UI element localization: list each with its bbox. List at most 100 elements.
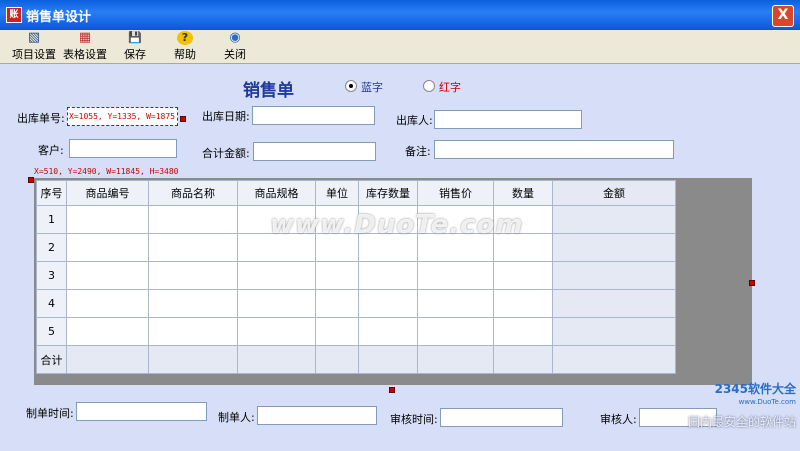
url-watermark: www.DuoTe.com	[738, 398, 796, 406]
cell[interactable]	[315, 289, 359, 318]
header-price: 销售价	[417, 180, 494, 206]
project-settings-icon: ▧	[27, 30, 41, 45]
radio-blue-dot[interactable]	[345, 80, 357, 92]
row-number: 4	[36, 289, 67, 318]
table-row[interactable]: 4	[36, 289, 676, 318]
cell[interactable]	[552, 317, 676, 346]
person-field[interactable]	[434, 110, 582, 129]
cell[interactable]	[417, 317, 494, 346]
header-amount: 金额	[552, 180, 676, 206]
cell[interactable]	[493, 289, 553, 318]
cell[interactable]	[148, 205, 238, 234]
order-no-label: 出库单号:	[17, 112, 65, 125]
cell	[148, 345, 238, 374]
brand-watermark: 2345软件大全	[714, 382, 796, 396]
cell[interactable]	[552, 205, 676, 234]
cell[interactable]	[552, 289, 676, 318]
save-icon: 💾	[128, 31, 142, 44]
cell	[552, 345, 676, 374]
header-unit: 单位	[315, 180, 359, 206]
cell[interactable]	[417, 261, 494, 290]
close-icon: ◉	[229, 30, 241, 45]
radio-red[interactable]: 红字	[423, 79, 461, 95]
cell	[493, 345, 553, 374]
cell[interactable]	[66, 233, 149, 262]
table-settings-button[interactable]: ▦ 表格设置	[63, 31, 107, 62]
make-time-label: 制单时间:	[26, 407, 74, 420]
grid-extension-area	[680, 178, 752, 385]
cell[interactable]	[358, 317, 418, 346]
header-spec: 商品规格	[237, 180, 316, 206]
cell	[66, 345, 149, 374]
cell[interactable]	[66, 289, 149, 318]
table-settings-label: 表格设置	[63, 48, 107, 61]
cell[interactable]	[417, 289, 494, 318]
cell[interactable]	[315, 261, 359, 290]
cell[interactable]	[237, 317, 316, 346]
cell[interactable]	[237, 289, 316, 318]
customer-label: 客户:	[38, 144, 64, 157]
resize-handle[interactable]	[180, 116, 186, 122]
project-settings-button[interactable]: ▧ 项目设置	[12, 31, 56, 62]
maker-field[interactable]	[257, 406, 377, 425]
cell[interactable]	[148, 261, 238, 290]
cell[interactable]	[66, 261, 149, 290]
radio-red-dot[interactable]	[423, 80, 435, 92]
save-button[interactable]: 💾 保存	[124, 31, 146, 62]
help-button[interactable]: ? 帮助	[174, 31, 196, 62]
grid-coord-readout: X=510, Y=2490, W=11845, H=3480	[34, 167, 179, 176]
review-time-field[interactable]	[440, 408, 563, 427]
total-row-label: 合计	[36, 345, 67, 374]
cell[interactable]	[493, 317, 553, 346]
cell[interactable]	[237, 261, 316, 290]
cell[interactable]	[358, 261, 418, 290]
customer-field[interactable]	[69, 139, 177, 158]
save-label: 保存	[124, 48, 146, 61]
table-settings-icon: ▦	[78, 30, 92, 45]
cell[interactable]	[148, 317, 238, 346]
row-number: 3	[36, 261, 67, 290]
total-amount-field[interactable]	[253, 142, 376, 161]
header-stock: 库存数量	[358, 180, 418, 206]
header-name: 商品名称	[148, 180, 238, 206]
cell[interactable]	[493, 261, 553, 290]
row-number: 1	[36, 205, 67, 234]
table-row[interactable]: 5	[36, 317, 676, 346]
header-qty: 数量	[493, 180, 553, 206]
slogan-watermark: 国内最安全的软件站	[687, 415, 796, 429]
cell[interactable]	[552, 261, 676, 290]
cell[interactable]	[66, 317, 149, 346]
row-number: 2	[36, 233, 67, 262]
grid-handle-bottom[interactable]	[389, 387, 395, 393]
cell[interactable]	[552, 233, 676, 262]
cell[interactable]	[148, 289, 238, 318]
close-button[interactable]: ◉ 关闭	[224, 31, 246, 62]
cell	[358, 345, 418, 374]
radio-blue-label: 蓝字	[361, 81, 383, 94]
person-label: 出库人:	[396, 114, 433, 127]
close-label: 关闭	[224, 48, 246, 61]
note-field[interactable]	[434, 140, 674, 159]
reviewer-label: 审核人:	[600, 413, 637, 426]
review-time-label: 审核时间:	[390, 413, 438, 426]
header-index: 序号	[36, 180, 67, 206]
date-label: 出库日期:	[202, 110, 250, 123]
date-field[interactable]	[252, 106, 375, 125]
cell[interactable]	[358, 289, 418, 318]
app-icon: 账	[6, 7, 22, 23]
table-row[interactable]: 3	[36, 261, 676, 290]
cell[interactable]	[148, 233, 238, 262]
radio-blue[interactable]: 蓝字	[345, 79, 383, 95]
project-settings-label: 项目设置	[12, 48, 56, 61]
cell[interactable]	[66, 205, 149, 234]
make-time-field[interactable]	[76, 402, 207, 421]
maker-label: 制单人:	[218, 411, 255, 424]
header-code: 商品编号	[66, 180, 149, 206]
watermark-text: www.DuoTe.com	[270, 210, 524, 240]
note-label: 备注:	[405, 145, 431, 158]
grid-handle-right[interactable]	[749, 280, 755, 286]
window-title: 销售单设计	[26, 10, 92, 25]
order-no-field[interactable]: X=1055, Y=1335, W=1875	[67, 107, 178, 126]
window-close-button[interactable]: X	[772, 5, 794, 27]
cell[interactable]	[315, 317, 359, 346]
